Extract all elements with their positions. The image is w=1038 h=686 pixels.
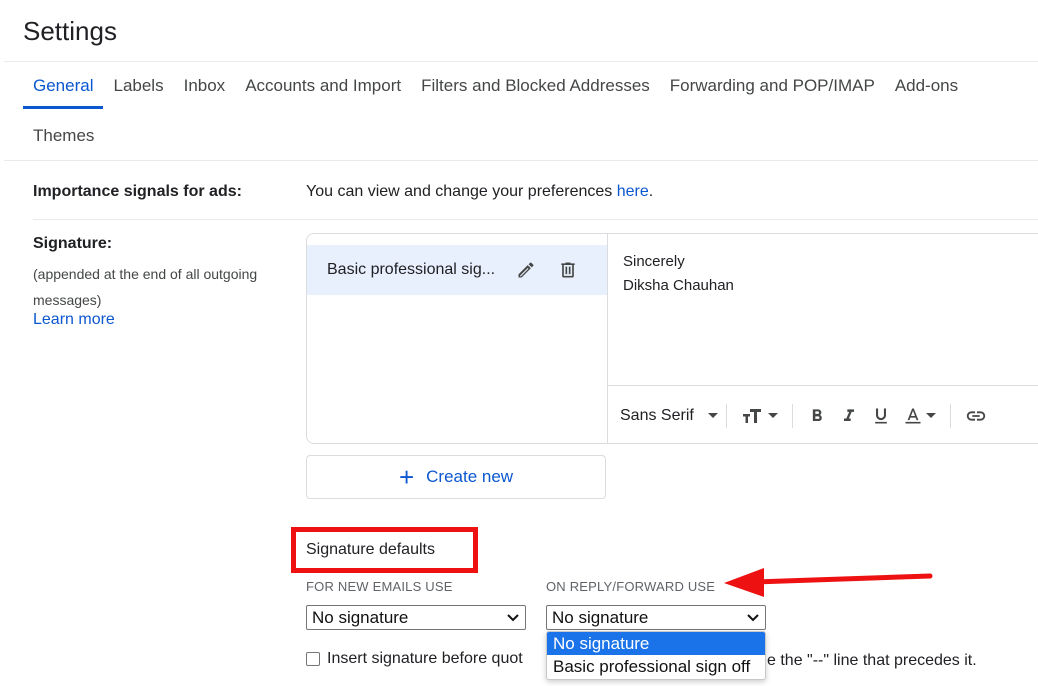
signature-defaults-title: Signature defaults	[306, 541, 435, 558]
chevron-down-icon	[507, 614, 519, 622]
underline-icon	[874, 408, 887, 423]
text-color-icon	[905, 408, 921, 423]
annotation-arrow-icon	[724, 568, 933, 597]
chevron-down-icon	[747, 614, 759, 622]
tab-forwarding-and-pop-imap[interactable]: Forwarding and POP/IMAP	[660, 73, 885, 109]
signature-panel: Basic professional sig... Sincerely Diks…	[306, 233, 1038, 444]
bold-button[interactable]	[807, 401, 827, 431]
row-divider	[33, 219, 1038, 220]
create-new-signature-button[interactable]: + Create new	[306, 455, 606, 499]
chevron-down-icon	[925, 413, 936, 418]
reply-forward-use-label: ON REPLY/FORWARD USE	[546, 579, 716, 594]
signature-editor[interactable]: Sincerely Diksha Chauhan	[623, 250, 734, 298]
toolbar-divider	[949, 403, 951, 428]
reply-forward-dropdown-menu: No signature Basic professional sign off	[546, 631, 766, 680]
tab-inbox[interactable]: Inbox	[174, 73, 236, 109]
tab-themes[interactable]: Themes	[23, 123, 104, 159]
toolbar-divider	[791, 403, 793, 428]
font-family-select[interactable]: Sans Serif	[620, 407, 718, 425]
plus-icon: +	[398, 462, 415, 492]
insert-link-button[interactable]	[965, 401, 987, 431]
importance-signals-text: You can view and change your preferences…	[306, 183, 653, 201]
font-size-button[interactable]	[741, 401, 778, 431]
reply-forward-signature-select[interactable]: No signature	[546, 605, 766, 630]
insert-signature-option: Insert signature before quot	[306, 650, 523, 668]
importance-preferences-link[interactable]: here	[617, 183, 649, 200]
signature-list-item[interactable]: Basic professional sig...	[307, 245, 607, 295]
tab-filters-and-blocked-addresses[interactable]: Filters and Blocked Addresses	[411, 73, 660, 109]
dropdown-option-basic-professional[interactable]: Basic professional sign off	[547, 655, 765, 678]
text-size-icon	[742, 408, 761, 423]
dropdown-option-no-signature[interactable]: No signature	[547, 632, 765, 655]
chevron-down-icon	[767, 413, 778, 418]
new-emails-use-label: FOR NEW EMAILS USE	[306, 579, 453, 594]
settings-tabs-row2: Themes	[23, 123, 104, 159]
tab-general[interactable]: General	[23, 73, 104, 109]
signature-line: Diksha Chauhan	[623, 277, 734, 294]
tab-add-ons[interactable]: Add-ons	[885, 73, 968, 109]
tabs-divider	[4, 160, 1038, 161]
italic-icon	[843, 408, 854, 421]
toolbar-divider	[725, 403, 727, 428]
create-new-label: Create new	[426, 467, 514, 486]
underline-button[interactable]	[871, 401, 891, 431]
signature-label: Signature:	[33, 235, 113, 252]
tab-accounts-and-import[interactable]: Accounts and Import	[235, 73, 411, 109]
insert-signature-checkbox[interactable]	[306, 652, 320, 666]
insert-signature-label: Insert signature before quot	[327, 650, 523, 667]
edit-pencil-icon[interactable]	[513, 257, 539, 283]
chevron-down-icon	[707, 413, 718, 418]
learn-more-link[interactable]: Learn more	[33, 311, 115, 329]
importance-signals-description: You can view and change your preferences	[306, 183, 617, 200]
importance-period: .	[648, 183, 654, 200]
new-emails-signature-select[interactable]: No signature	[306, 605, 526, 630]
signature-description: (appended at the end of all outgoing mes…	[33, 266, 258, 308]
signature-line: Sincerely	[623, 253, 685, 270]
header-divider	[4, 61, 1038, 62]
signature-item-name: Basic professional sig...	[327, 261, 496, 278]
importance-signals-label: Importance signals for ads:	[33, 183, 242, 200]
new-emails-signature-value: No signature	[312, 608, 409, 627]
reply-forward-signature-value: No signature	[552, 608, 649, 627]
tab-labels[interactable]: Labels	[103, 73, 173, 109]
page-title: Settings	[23, 16, 117, 46]
link-icon	[966, 410, 985, 421]
font-family-value: Sans Serif	[620, 406, 694, 424]
text-color-button[interactable]	[903, 401, 936, 431]
formatting-toolbar: Sans Serif	[608, 385, 1038, 443]
signature-list: Basic professional sig...	[307, 234, 608, 443]
insert-signature-label-tail: e the "--" line that precedes it.	[767, 652, 977, 669]
delete-trash-icon[interactable]	[555, 257, 581, 283]
settings-tabs: General Labels Inbox Accounts and Import…	[23, 73, 968, 109]
italic-button[interactable]	[839, 401, 859, 431]
bold-icon	[812, 408, 822, 421]
